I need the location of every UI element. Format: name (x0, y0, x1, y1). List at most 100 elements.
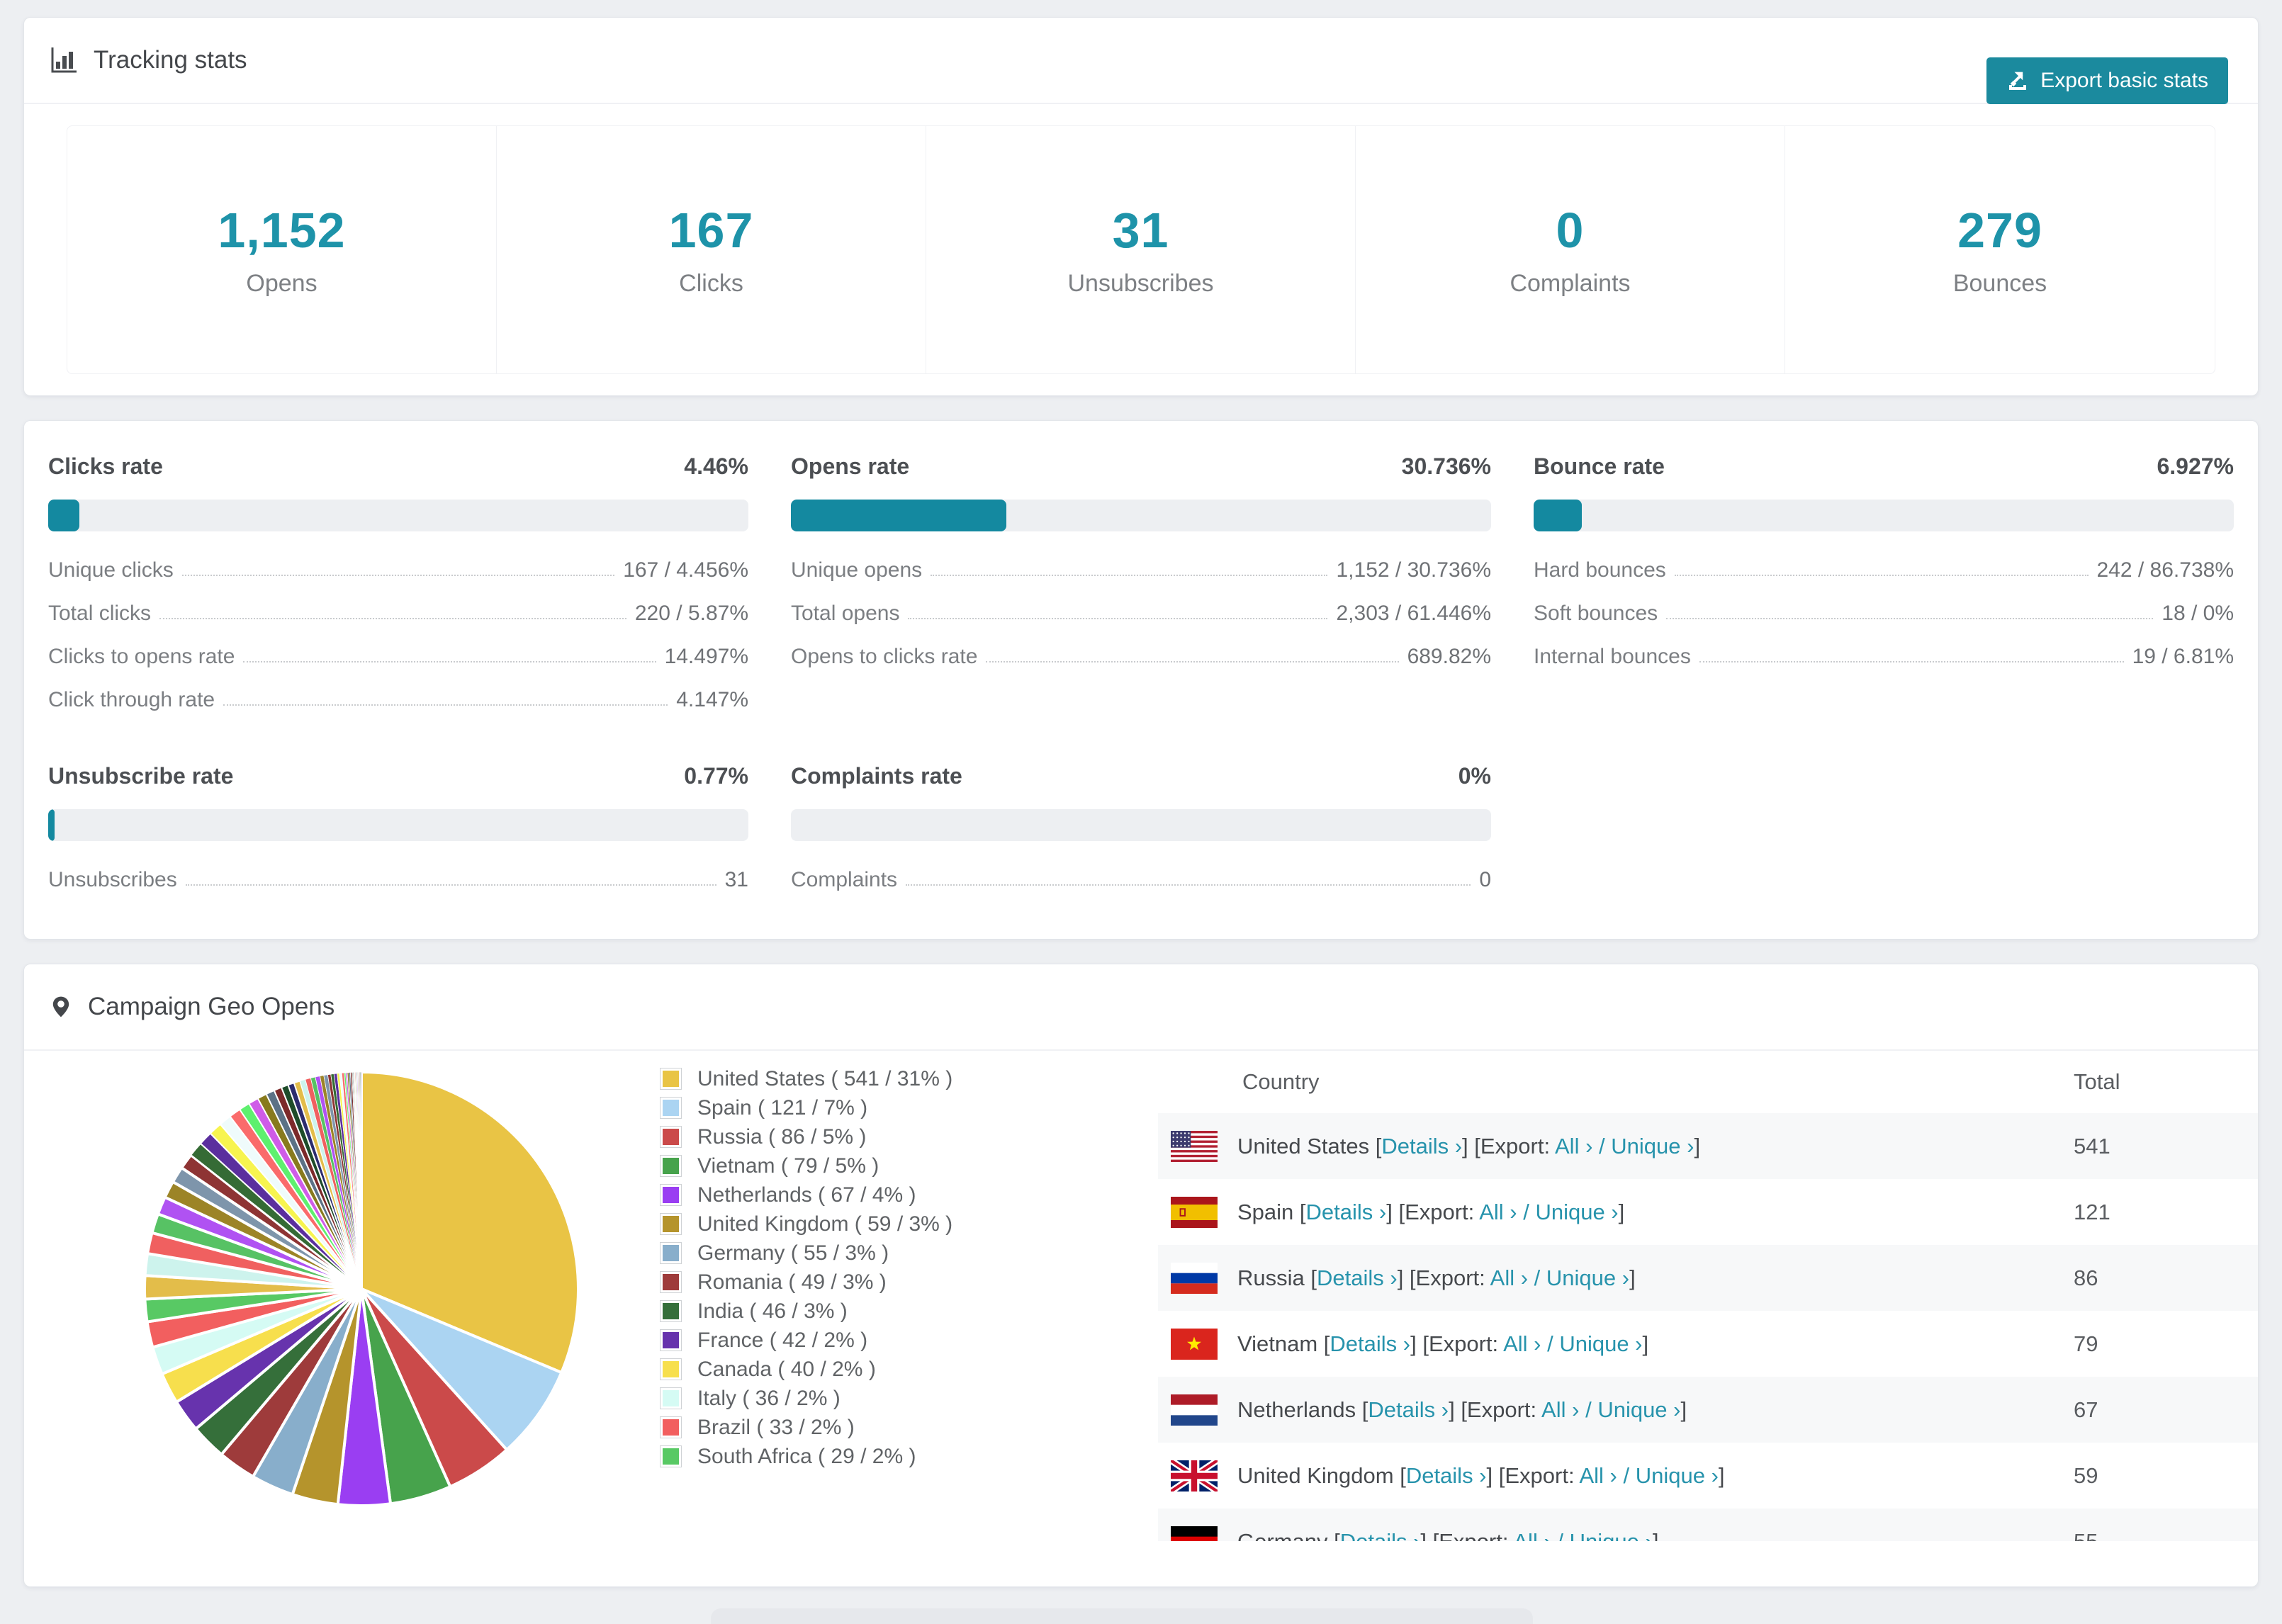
country-cell: United Kingdom [Details ›] [Export: All … (1237, 1462, 1725, 1488)
rates-card: Clicks rate 4.46% Unique clicks 167 / 4.… (23, 420, 2259, 940)
rate-section-opens-rate: Opens rate 30.736% Unique opens 1,152 / … (791, 453, 1491, 712)
total-cell: 79 (2074, 1331, 2098, 1356)
legend-swatch (660, 1097, 682, 1119)
stat-box-bounces: 279 Bounces (1785, 126, 2215, 373)
rate-row-label: Unsubscribes (48, 868, 177, 891)
bottom-scrollbar[interactable] (711, 1608, 1533, 1624)
export-all-link[interactable]: All › (1479, 1200, 1517, 1224)
legend-item-spain[interactable]: Spain ( 121 / 7% ) (660, 1095, 952, 1120)
export-unique-link[interactable]: Unique › (1559, 1331, 1642, 1356)
export-all-link[interactable]: All › (1513, 1529, 1551, 1542)
pie-legend: United States ( 541 / 31% ) Spain ( 121 … (660, 1067, 953, 1474)
rate-row-value: 4.147% (676, 688, 748, 711)
legend-item-united-kingdom[interactable]: United Kingdom ( 59 / 3% ) (660, 1212, 953, 1236)
export-basic-stats-button[interactable]: Export basic stats (1986, 57, 2228, 104)
geo-table-row-vietnam: Vietnam [Details ›] [Export: All › / Uni… (1158, 1311, 2258, 1377)
rate-head: Opens rate 30.736% (791, 453, 1491, 480)
rate-rows: Unique opens 1,152 / 30.736% Total opens… (791, 558, 1491, 669)
geo-table-row-united-states: United States [Details ›] [Export: All ›… (1158, 1113, 2258, 1179)
export-all-link[interactable]: All › (1490, 1265, 1528, 1290)
legend-item-united-states[interactable]: United States ( 541 / 31% ) (660, 1067, 952, 1090)
details-link[interactable]: Details › (1330, 1331, 1410, 1356)
rate-row: Unique opens 1,152 / 30.736% (791, 558, 1491, 582)
details-link[interactable]: Details › (1368, 1397, 1449, 1422)
stat-value: 167 (668, 203, 754, 258)
rate-row: Complaints 0 (791, 868, 1491, 892)
stat-label: Clicks (679, 270, 743, 297)
rate-row-value: 242 / 86.738% (2096, 558, 2235, 582)
country-cell: Vietnam [Details ›] [Export: All › / Uni… (1237, 1331, 1649, 1356)
details-link[interactable]: Details › (1406, 1463, 1487, 1488)
rate-title: Bounce rate (1534, 453, 1665, 479)
stat-box-clicks: 167 Clicks (497, 126, 926, 373)
stats-grid: 1,152 Opens 167 Clicks 31 Unsubscribes 0 Co… (67, 125, 2215, 374)
rate-row-value: 31 (724, 868, 748, 891)
legend-label: Russia ( 86 / 5% ) (697, 1124, 867, 1149)
bar-chart-icon (51, 47, 77, 73)
legend-swatch (660, 1271, 682, 1293)
rate-row-label: Opens to clicks rate (791, 645, 978, 668)
geo-table-row-russia: Russia [Details ›] [Export: All › / Uniq… (1158, 1245, 2258, 1311)
rate-value: 4.46% (684, 453, 748, 479)
export-unique-link[interactable]: Unique › (1611, 1134, 1694, 1158)
rate-rows: Hard bounces 242 / 86.738% Soft bounces … (1534, 558, 2234, 669)
rate-row-label: Total opens (791, 602, 900, 625)
page: Tracking stats Export basic stats 1,152 … (0, 0, 2282, 1604)
legend-label: Vietnam ( 79 / 5% ) (697, 1154, 879, 1178)
tracking-stats-header: Tracking stats Export basic stats (24, 18, 2258, 104)
progress-bar-fill (48, 500, 80, 531)
total-cell: 121 (2074, 1199, 2110, 1224)
details-link[interactable]: Details › (1340, 1529, 1421, 1542)
rate-row-value: 220 / 5.87% (634, 602, 748, 625)
legend-item-italy[interactable]: Italy ( 36 / 2% ) (660, 1387, 952, 1410)
legend-item-vietnam[interactable]: Vietnam ( 79 / 5% ) (660, 1154, 952, 1178)
rate-row-label: Internal bounces (1534, 645, 1691, 668)
stat-label: Opens (246, 270, 317, 297)
export-unique-link[interactable]: Unique › (1546, 1265, 1629, 1290)
legend-label: United Kingdom ( 59 / 3% ) (697, 1212, 953, 1236)
geo-opens-pie-chart (143, 1070, 580, 1507)
legend-swatch (660, 1445, 682, 1467)
legend-item-netherlands[interactable]: Netherlands ( 67 / 4% ) (660, 1183, 952, 1207)
country-name: Netherlands (1237, 1397, 1356, 1422)
details-link[interactable]: Details › (1306, 1200, 1387, 1224)
stats-wrap: 1,152 Opens 167 Clicks 31 Unsubscribes 0 Co… (24, 104, 2258, 395)
legend-item-france[interactable]: France ( 42 / 2% ) (660, 1329, 952, 1352)
tracking-stats-title: Tracking stats (94, 46, 247, 74)
export-all-link[interactable]: All › (1541, 1397, 1579, 1422)
details-link[interactable]: Details › (1317, 1265, 1398, 1290)
progress-bar (48, 809, 748, 841)
rate-row: Hard bounces 242 / 86.738% (1534, 558, 2234, 582)
export-unique-link[interactable]: Unique › (1597, 1397, 1680, 1422)
export-unique-link[interactable]: Unique › (1570, 1529, 1653, 1542)
rate-rows: Unique clicks 167 / 4.456% Total clicks … (48, 558, 748, 712)
legend-item-brazil[interactable]: Brazil ( 33 / 2% ) (660, 1416, 952, 1439)
details-link[interactable]: Details › (1381, 1134, 1462, 1158)
rate-row-value: 19 / 6.81% (2132, 645, 2234, 668)
country-name: Germany (1237, 1528, 1328, 1542)
geo-table: Country Total United States [Details ›] … (1158, 1051, 2258, 1542)
legend-item-russia[interactable]: Russia ( 86 / 5% ) (660, 1124, 952, 1149)
export-all-link[interactable]: All › (1503, 1331, 1541, 1356)
rate-row: Click through rate 4.147% (48, 688, 748, 712)
legend-label: South Africa ( 29 / 2% ) (697, 1444, 916, 1468)
tracking-stats-card: Tracking stats Export basic stats 1,152 … (23, 17, 2259, 396)
geo-opens-header: Campaign Geo Opens (24, 964, 2258, 1051)
legend-item-romania[interactable]: Romania ( 49 / 3% ) (660, 1270, 952, 1294)
flag-nl-icon (1171, 1394, 1218, 1426)
slash: / (1585, 1397, 1592, 1422)
legend-label: Spain ( 121 / 7% ) (697, 1095, 868, 1120)
export-all-link[interactable]: All › (1555, 1134, 1592, 1158)
rate-row: Internal bounces 19 / 6.81% (1534, 645, 2234, 669)
export-all-link[interactable]: All › (1579, 1463, 1617, 1488)
progress-bar (791, 500, 1491, 531)
legend-item-india[interactable]: India ( 46 / 3% ) (660, 1299, 952, 1323)
export-unique-link[interactable]: Unique › (1636, 1463, 1719, 1488)
country-name: Spain (1237, 1199, 1294, 1224)
geo-body: United States ( 541 / 31% ) Spain ( 121 … (24, 1051, 2258, 1564)
legend-item-germany[interactable]: Germany ( 55 / 3% ) (660, 1241, 952, 1265)
dotted-leader (223, 704, 668, 706)
export-unique-link[interactable]: Unique › (1535, 1200, 1618, 1224)
legend-item-south-africa[interactable]: South Africa ( 29 / 2% ) (660, 1444, 952, 1468)
legend-item-canada[interactable]: Canada ( 40 / 2% ) (660, 1358, 952, 1381)
